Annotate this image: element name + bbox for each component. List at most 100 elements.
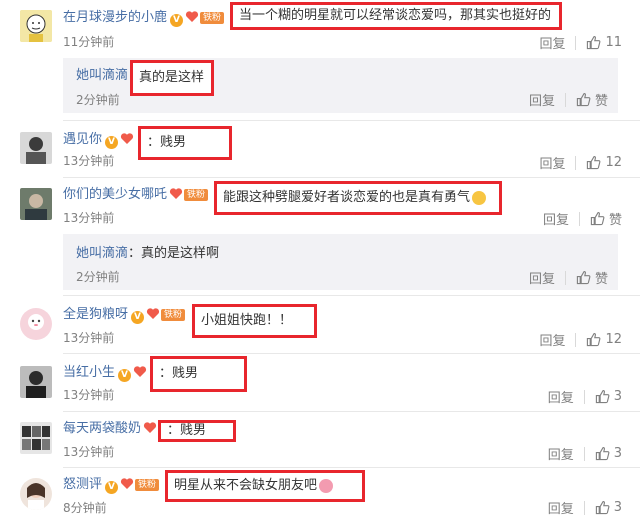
like-button[interactable]: 3 xyxy=(595,446,622,461)
avatar[interactable] xyxy=(20,308,52,340)
heart-badge-icon xyxy=(169,188,183,199)
username-link[interactable]: 她叫滴滴 xyxy=(76,68,128,83)
avatar[interactable] xyxy=(20,366,52,398)
username-link[interactable]: 每天两袋酸奶 xyxy=(63,421,141,436)
comment-text: ：贱男 xyxy=(167,423,207,438)
avatar[interactable] xyxy=(20,10,52,42)
username-link[interactable]: 她叫滴滴 xyxy=(76,246,128,261)
comment-item: 怒测评 V 铁粉 明星从来不会缺女朋友吧 8分钟前 回复 3 xyxy=(0,470,640,515)
reply-button[interactable]: 回复 xyxy=(548,444,574,463)
avatar[interactable] xyxy=(20,422,52,454)
avatar[interactable] xyxy=(20,188,52,220)
action-divider xyxy=(575,35,577,50)
reply-button[interactable]: 回复 xyxy=(543,209,569,228)
reply-button[interactable]: 回复 xyxy=(548,387,574,406)
fan-badge: 铁粉 xyxy=(200,12,225,24)
comment-text: 明星从来不会缺女朋友吧 xyxy=(174,478,318,493)
reply-thread: 她叫滴滴：真的是这样啊 2分钟前 回复 赞 xyxy=(63,234,618,290)
reply-button[interactable]: 回复 xyxy=(548,498,574,515)
comment-actions: 回复 11 xyxy=(539,33,622,52)
comment-header: 怒测评 V 铁粉 xyxy=(63,476,160,494)
comment-item: 每天两袋酸奶 ：贱男 13分钟前 回复 3 xyxy=(0,414,640,464)
like-label: 赞 xyxy=(594,272,608,287)
comment-divider xyxy=(63,467,640,468)
username-link[interactable]: 全是狗粮呀 xyxy=(63,307,128,322)
comment-text: ：贱男 xyxy=(159,366,199,381)
comment-divider xyxy=(63,177,640,178)
reply-button[interactable]: 回复 xyxy=(539,153,565,172)
action-divider xyxy=(575,155,577,170)
comment-item: 遇见你 V ：贱男 13分钟前 回复 12 xyxy=(0,122,640,174)
like-label: 赞 xyxy=(594,94,608,109)
like-count: 12 xyxy=(605,332,622,347)
timestamp: 2分钟前 xyxy=(76,270,120,284)
like-count: 3 xyxy=(613,446,622,461)
timestamp: 13分钟前 xyxy=(63,388,115,402)
avatar[interactable] xyxy=(20,478,52,510)
highlighted-comment-text: 当一个糊的明星就可以经常谈恋爱吗，那其实也挺好的 xyxy=(230,2,562,30)
comment-header: 你们的美少女哪吒 铁粉 xyxy=(63,186,209,204)
thumbs-up-icon xyxy=(587,333,601,347)
reply-button[interactable]: 回复 xyxy=(539,330,565,349)
like-button[interactable]: 赞 xyxy=(576,90,608,109)
action-divider xyxy=(583,389,585,404)
like-button[interactable]: 12 xyxy=(586,155,622,170)
reply-text: 真的是这样 xyxy=(139,70,205,85)
username-link[interactable]: 当红小生 xyxy=(63,365,115,380)
comment-text: 当一个糊的明星就可以经常谈恋爱吗，那其实也挺好的 xyxy=(239,8,552,23)
fan-badge: 铁粉 xyxy=(135,479,160,491)
reply-button[interactable]: 回复 xyxy=(539,33,565,52)
like-count: 3 xyxy=(613,389,622,404)
emoji-icon xyxy=(319,479,334,493)
username-link[interactable]: 在月球漫步的小鹿 xyxy=(63,10,167,25)
reply-header: 她叫滴滴 xyxy=(76,67,128,85)
thumbs-up-icon xyxy=(590,212,605,226)
thumbs-up-icon xyxy=(576,271,591,285)
emoji-icon xyxy=(472,191,487,205)
reply-colon: ： xyxy=(128,246,142,261)
like-count: 12 xyxy=(605,155,622,170)
avatar[interactable] xyxy=(20,132,52,164)
action-divider xyxy=(564,270,566,285)
fan-badge: 铁粉 xyxy=(161,309,186,321)
timestamp: 8分钟前 xyxy=(63,501,107,515)
comment-item: 全是狗粮呀 V 铁粉 小姐姐快跑！！ 13分钟前 回复 12 xyxy=(0,298,640,350)
action-divider xyxy=(564,92,566,107)
comment-text: 能跟这种劈腿爱好者谈恋爱的也是真有勇气 xyxy=(223,190,471,205)
heart-badge-icon xyxy=(133,366,147,377)
reply-button[interactable]: 回复 xyxy=(529,90,555,109)
like-button[interactable]: 11 xyxy=(586,35,622,50)
username-link[interactable]: 遇见你 xyxy=(63,132,102,147)
heart-badge-icon xyxy=(146,308,160,319)
highlighted-comment-text: ：贱男 xyxy=(150,356,247,392)
thumbs-up-icon xyxy=(587,36,601,50)
like-button[interactable]: 3 xyxy=(595,500,622,515)
comment-item: 你们的美少女哪吒 铁粉 能跟这种劈腿爱好者谈恋爱的也是真有勇气 13分钟前 回复 … xyxy=(0,180,640,290)
thumbs-up-icon xyxy=(576,93,591,107)
reply-text: 真的是这样啊 xyxy=(141,246,220,261)
verified-v-icon: V xyxy=(105,136,119,149)
comment-header: 每天两袋酸奶 xyxy=(63,420,157,438)
like-button[interactable]: 赞 xyxy=(576,268,608,287)
verified-v-icon: V xyxy=(170,14,184,27)
thumbs-up-icon xyxy=(595,390,610,404)
comment-text: ：贱男 xyxy=(147,135,187,150)
comment-divider xyxy=(63,411,640,412)
timestamp: 13分钟前 xyxy=(63,445,115,459)
action-divider xyxy=(578,211,580,226)
reply-button[interactable]: 回复 xyxy=(529,268,555,287)
like-button[interactable]: 赞 xyxy=(590,209,622,228)
reply-actions: 回复 赞 xyxy=(529,268,608,287)
action-divider xyxy=(583,500,585,515)
like-label: 赞 xyxy=(608,213,622,228)
comment-header: 全是狗粮呀 V 铁粉 xyxy=(63,306,186,324)
comment-header: 遇见你 V xyxy=(63,131,134,149)
like-button[interactable]: 12 xyxy=(586,332,622,347)
username-link[interactable]: 怒测评 xyxy=(63,477,102,492)
username-link[interactable]: 你们的美少女哪吒 xyxy=(63,187,167,202)
comment-actions: 回复 12 xyxy=(539,153,622,172)
timestamp: 13分钟前 xyxy=(63,154,115,168)
like-button[interactable]: 3 xyxy=(595,389,622,404)
verified-v-icon: V xyxy=(118,369,132,382)
timestamp: 13分钟前 xyxy=(63,331,115,345)
